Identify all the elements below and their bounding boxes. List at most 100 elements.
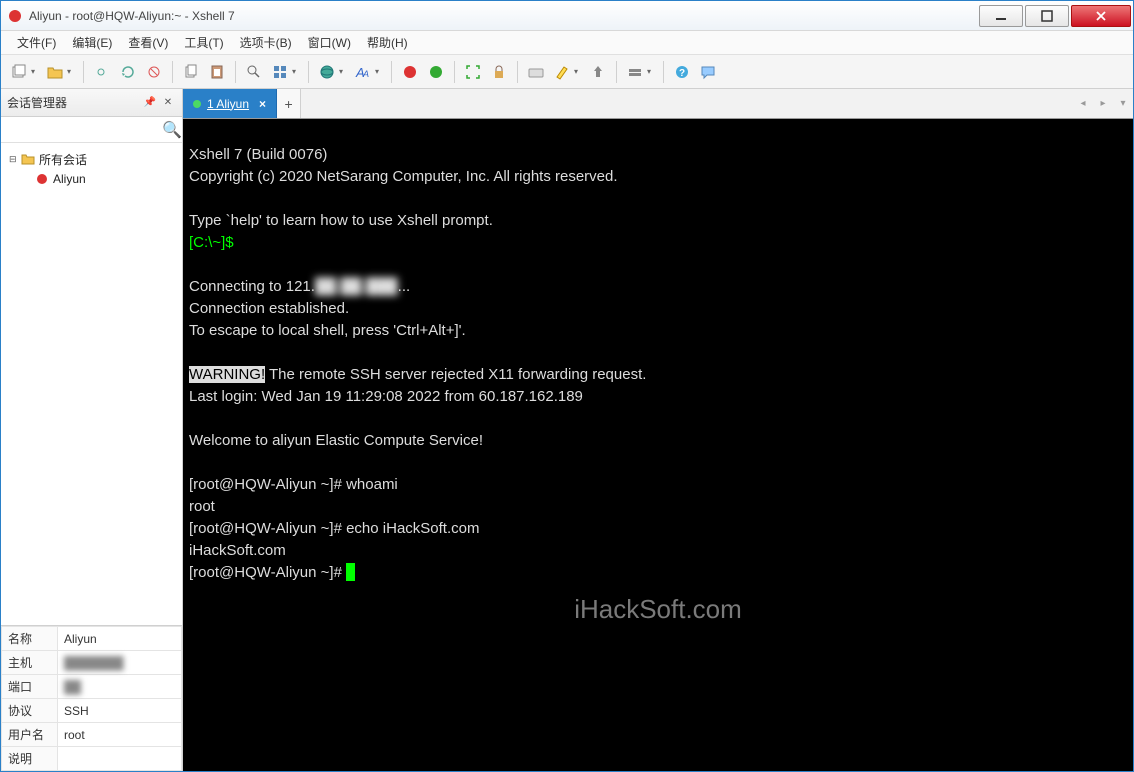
menu-edit[interactable]: 编辑(E) bbox=[64, 32, 120, 53]
font-icon[interactable]: AA bbox=[351, 60, 375, 84]
prop-desc-value bbox=[58, 747, 182, 771]
menu-tools[interactable]: 工具(T) bbox=[176, 32, 231, 53]
term-line: iHackSoft.com bbox=[189, 542, 286, 559]
tree-item-aliyun[interactable]: Aliyun bbox=[5, 169, 178, 189]
pin-icon[interactable]: 📌 bbox=[142, 95, 158, 111]
term-line: Copyright (c) 2020 NetSarang Computer, I… bbox=[189, 168, 618, 185]
copy-icon[interactable] bbox=[179, 60, 203, 84]
term-line: Connecting to 121.██.██.███... bbox=[189, 278, 410, 295]
session-search[interactable]: 🔍 bbox=[1, 117, 182, 143]
paste-icon[interactable] bbox=[205, 60, 229, 84]
term-line: Xshell 7 (Build 0076) bbox=[189, 146, 327, 163]
dropdown-icon[interactable]: ▾ bbox=[339, 67, 347, 76]
tab-label: 1 Aliyun bbox=[207, 97, 249, 111]
xftp-icon[interactable] bbox=[424, 60, 448, 84]
prop-protocol-label: 协议 bbox=[2, 699, 58, 723]
menu-tabs[interactable]: 选项卡(B) bbox=[232, 32, 300, 53]
minimize-button[interactable] bbox=[979, 5, 1023, 27]
open-folder-icon[interactable] bbox=[43, 60, 67, 84]
tree-root-label: 所有会话 bbox=[39, 151, 87, 168]
globe-icon[interactable] bbox=[315, 60, 339, 84]
dropdown-icon[interactable]: ▾ bbox=[67, 67, 75, 76]
term-line: [root@HQW-Aliyun ~]# whoami bbox=[189, 476, 398, 493]
term-line: Type `help' to learn how to use Xshell p… bbox=[189, 212, 493, 229]
prop-host-label: 主机 bbox=[2, 651, 58, 675]
menu-view[interactable]: 查看(V) bbox=[120, 32, 176, 53]
grid-icon[interactable] bbox=[268, 60, 292, 84]
menu-window[interactable]: 窗口(W) bbox=[300, 32, 359, 53]
search-icon[interactable] bbox=[242, 60, 266, 84]
session-icon bbox=[35, 172, 49, 186]
tree-root[interactable]: ⊟ 所有会话 bbox=[5, 149, 178, 169]
prop-user-label: 用户名 bbox=[2, 723, 58, 747]
help-icon[interactable]: ? bbox=[670, 60, 694, 84]
term-line: WARNING! The remote SSH server rejected … bbox=[189, 366, 646, 383]
add-tab-button[interactable]: + bbox=[277, 89, 301, 118]
tab-next-icon[interactable]: ▸ bbox=[1093, 89, 1113, 118]
tab-close-icon[interactable]: × bbox=[259, 97, 266, 111]
prop-name-label: 名称 bbox=[2, 627, 58, 651]
folder-icon bbox=[21, 152, 35, 166]
dropdown-icon[interactable]: ▾ bbox=[647, 67, 655, 76]
fullscreen-icon[interactable] bbox=[461, 60, 485, 84]
session-manager-header: 会话管理器 📌 ✕ bbox=[1, 89, 182, 117]
term-line: Welcome to aliyun Elastic Compute Servic… bbox=[189, 432, 483, 449]
lock-icon[interactable] bbox=[487, 60, 511, 84]
link-icon[interactable] bbox=[90, 60, 114, 84]
prop-user-value: root bbox=[58, 723, 182, 747]
new-session-icon[interactable] bbox=[7, 60, 31, 84]
term-line: Connection established. bbox=[189, 300, 349, 317]
upload-icon[interactable] bbox=[586, 60, 610, 84]
content-area: 1 Aliyun × + ◂ ▸ ▾ Xshell 7 (Build 0076)… bbox=[183, 89, 1133, 771]
expander-icon[interactable]: ⊟ bbox=[9, 154, 21, 165]
tree-item-label: Aliyun bbox=[53, 172, 86, 186]
menu-file[interactable]: 文件(F) bbox=[9, 32, 64, 53]
term-line: To escape to local shell, press 'Ctrl+Al… bbox=[189, 322, 466, 339]
svg-text:A: A bbox=[362, 69, 369, 79]
close-icon[interactable]: ✕ bbox=[160, 95, 176, 111]
watermark: iHackSoft.com bbox=[574, 599, 742, 620]
term-line: Last login: Wed Jan 19 11:29:08 2022 fro… bbox=[189, 388, 583, 405]
keyboard-icon[interactable] bbox=[524, 60, 548, 84]
session-search-input[interactable] bbox=[7, 120, 162, 140]
highlight-icon[interactable] bbox=[550, 60, 574, 84]
prop-name-value: Aliyun bbox=[58, 627, 182, 651]
chat-icon[interactable] bbox=[696, 60, 720, 84]
cursor-icon bbox=[346, 563, 355, 581]
tab-prev-icon[interactable]: ◂ bbox=[1073, 89, 1093, 118]
dropdown-icon[interactable]: ▾ bbox=[292, 67, 300, 76]
close-button[interactable] bbox=[1071, 5, 1131, 27]
dropdown-icon[interactable]: ▾ bbox=[574, 67, 582, 76]
tab-menu-icon[interactable]: ▾ bbox=[1113, 89, 1133, 118]
app-icon bbox=[7, 8, 23, 24]
term-line: [root@HQW-Aliyun ~]# bbox=[189, 564, 355, 581]
term-prompt: [C:\~]$ bbox=[189, 234, 234, 251]
maximize-button[interactable] bbox=[1025, 5, 1069, 27]
session-properties: 名称Aliyun 主机███████ 端口██ 协议SSH 用户名root 说明 bbox=[1, 625, 182, 771]
prop-port-label: 端口 bbox=[2, 675, 58, 699]
menu-help[interactable]: 帮助(H) bbox=[359, 32, 416, 53]
reconnect-icon[interactable] bbox=[116, 60, 140, 84]
tab-aliyun[interactable]: 1 Aliyun × bbox=[183, 89, 277, 118]
window-title: Aliyun - root@HQW-Aliyun:~ - Xshell 7 bbox=[29, 9, 977, 23]
prop-desc-label: 说明 bbox=[2, 747, 58, 771]
term-line: root bbox=[189, 498, 215, 515]
xagent-icon[interactable] bbox=[398, 60, 422, 84]
disconnect-icon[interactable] bbox=[142, 60, 166, 84]
session-tree[interactable]: ⊟ 所有会话 Aliyun bbox=[1, 143, 182, 625]
svg-text:?: ? bbox=[679, 68, 685, 79]
dropdown-icon[interactable]: ▾ bbox=[31, 67, 39, 76]
search-icon[interactable]: 🔍 bbox=[162, 120, 182, 140]
settings-icon[interactable] bbox=[623, 60, 647, 84]
terminal[interactable]: Xshell 7 (Build 0076) Copyright (c) 2020… bbox=[183, 119, 1133, 771]
dropdown-icon[interactable]: ▾ bbox=[375, 67, 383, 76]
toolbar: ▾ ▾ ▾ ▾ AA ▾ ▾ ▾ ? bbox=[1, 55, 1133, 89]
titlebar: Aliyun - root@HQW-Aliyun:~ - Xshell 7 bbox=[1, 1, 1133, 31]
status-dot-icon bbox=[193, 100, 201, 108]
term-line: [root@HQW-Aliyun ~]# echo iHackSoft.com bbox=[189, 520, 479, 537]
prop-port-value: ██ bbox=[58, 675, 182, 699]
prop-protocol-value: SSH bbox=[58, 699, 182, 723]
tabbar: 1 Aliyun × + ◂ ▸ ▾ bbox=[183, 89, 1133, 119]
session-manager-title: 会话管理器 bbox=[7, 94, 140, 111]
prop-host-value: ███████ bbox=[58, 651, 182, 675]
